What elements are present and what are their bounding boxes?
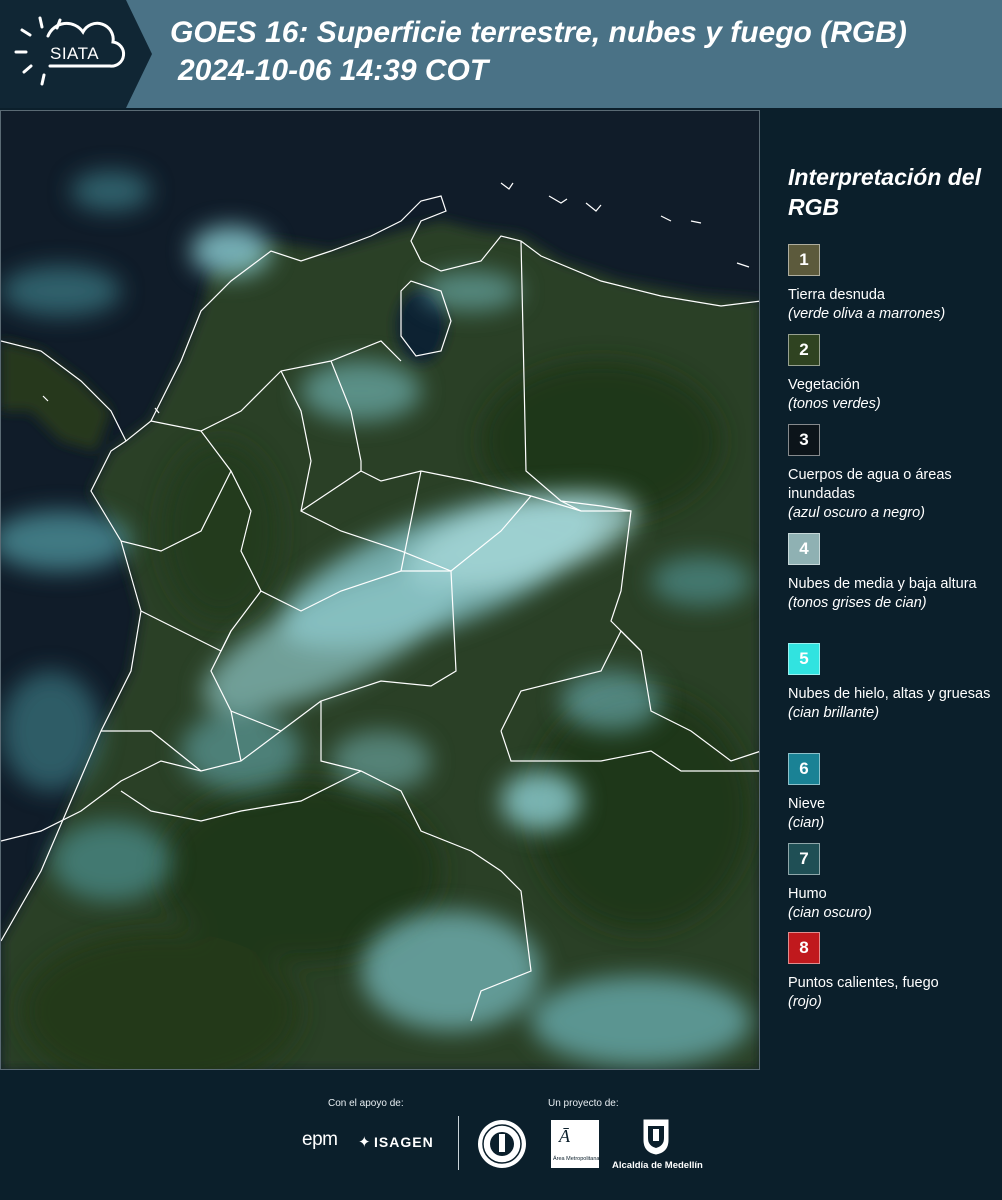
- legend-title: Interpretación del RGB: [788, 164, 981, 220]
- area-script-icon: Ā: [559, 1126, 570, 1146]
- legend-label: Nubes de media y baja altura: [788, 576, 977, 592]
- legend-swatch: 4: [788, 533, 820, 565]
- satellite-image: [1, 111, 759, 1069]
- legend-item-smoke: 7 Humo (cian oscuro): [788, 843, 998, 923]
- legend-label: Vegetación: [788, 377, 860, 393]
- legend-sublabel: (tonos verdes): [788, 396, 881, 412]
- legend-item-bare-soil: 1 Tierra desnuda (verde oliva a marrones…: [788, 244, 998, 324]
- page-title: GOES 16: Superficie terrestre, nubes y f…: [170, 16, 907, 49]
- alcaldia-shield-icon: [643, 1119, 669, 1155]
- legend-sublabel: (tonos grises de cian): [788, 595, 927, 611]
- legend-label: Nubes de hielo, altas y gruesas: [788, 686, 991, 702]
- legend-item-snow: 6 Nieve (cian): [788, 753, 998, 833]
- alcaldia-logo-text: Alcaldía de Medellín: [612, 1160, 703, 1171]
- footer: Con el apoyo de: Un proyecto de: epm ✦ I…: [0, 1072, 1002, 1200]
- legend-swatch: 5: [788, 643, 820, 675]
- legend-label: Puntos calientes, fuego: [788, 975, 939, 991]
- legend-swatch: 2: [788, 334, 820, 366]
- area-metropolitana-logo: Ā Área Metropolitana: [551, 1120, 599, 1168]
- legend-label: Humo: [788, 886, 827, 902]
- isagen-logo: ISAGEN: [374, 1134, 434, 1150]
- legend-sublabel: (verde oliva a marrones): [788, 306, 946, 322]
- legend-swatch: 7: [788, 843, 820, 875]
- university-seal-icon: [478, 1120, 526, 1168]
- legend-sublabel: (rojo): [788, 994, 822, 1010]
- legend-swatch: 3: [788, 424, 820, 456]
- footer-divider: [458, 1116, 459, 1170]
- legend-item-ice-clouds: 5 Nubes de hielo, altas y gruesas (cian …: [788, 643, 998, 723]
- legend-sublabel: (cian brillante): [788, 705, 880, 721]
- legend-sublabel: (cian): [788, 815, 825, 831]
- siata-logo: SIATA: [0, 0, 152, 108]
- legend-label: Cuerpos de agua o áreas inundadas: [788, 467, 952, 502]
- legend-sublabel: (azul oscuro a negro): [788, 505, 926, 521]
- project-label: Un proyecto de:: [548, 1098, 619, 1109]
- legend-item-water: 3 Cuerpos de agua o áreas inundadas (azu…: [788, 424, 998, 523]
- satellite-map[interactable]: [0, 110, 760, 1070]
- epm-logo: epm: [302, 1129, 338, 1150]
- legend-swatch: 1: [788, 244, 820, 276]
- header: SIATA GOES 16: Superficie terrestre, nub…: [0, 0, 1002, 108]
- legend-swatch: 6: [788, 753, 820, 785]
- logo-text: SIATA: [50, 44, 100, 63]
- page-timestamp: 2024-10-06 14:39 COT: [178, 54, 489, 87]
- legend-item-fire: 8 Puntos calientes, fuego (rojo): [788, 932, 998, 1012]
- legend-swatch: 8: [788, 932, 820, 964]
- legend-item-vegetation: 2 Vegetación (tonos verdes): [788, 334, 998, 414]
- legend-label: Tierra desnuda: [788, 287, 885, 303]
- legend-sublabel: (cian oscuro): [788, 905, 872, 921]
- isagen-icon: ✦: [358, 1134, 371, 1151]
- legend-panel: Interpretación del RGB 1 Tierra desnuda …: [770, 110, 1002, 1070]
- legend-label: Nieve: [788, 796, 826, 812]
- support-label: Con el apoyo de:: [328, 1098, 404, 1109]
- area-logo-text: Área Metropolitana: [553, 1156, 600, 1162]
- legend-item-low-clouds: 4 Nubes de media y baja altura (tonos gr…: [788, 533, 998, 613]
